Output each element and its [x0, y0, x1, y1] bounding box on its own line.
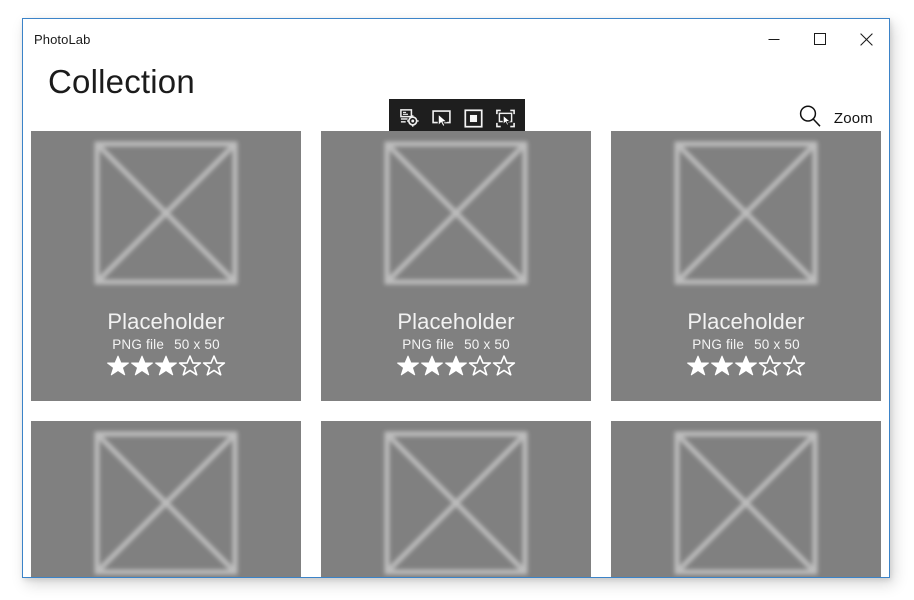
- photo-card-details: PNG file 50 x 50: [321, 337, 591, 352]
- broken-image-icon: [672, 429, 820, 577]
- photo-card[interactable]: Placeholder PNG file 50 x 50: [31, 131, 301, 401]
- star-outline-icon[interactable]: [782, 354, 806, 377]
- minimize-icon: [768, 33, 780, 45]
- photo-card-details: PNG file 50 x 50: [611, 337, 881, 352]
- star-filled-icon[interactable]: [710, 354, 734, 377]
- desktop-background: PhotoLab Collection Zoom Placeholder PNG…: [0, 0, 914, 600]
- photo-card[interactable]: Placeholder PNG file 50 x 50: [611, 131, 881, 401]
- toolbar-item-properties[interactable]: [393, 102, 425, 134]
- star-outline-icon[interactable]: [202, 354, 226, 377]
- photo-card-filetype: PNG file: [112, 337, 165, 353]
- broken-image-icon: [92, 139, 240, 287]
- star-filled-icon[interactable]: [396, 354, 420, 377]
- square-frame-icon: [463, 108, 484, 129]
- star-filled-icon[interactable]: [734, 354, 758, 377]
- photo-card-meta: Placeholder PNG file 50 x 50: [321, 309, 591, 377]
- close-icon: [859, 32, 873, 46]
- search-icon: [797, 103, 823, 134]
- screen-pointer-icon: [431, 108, 452, 129]
- maximize-button[interactable]: [797, 19, 843, 59]
- toolbar-item-select[interactable]: [425, 102, 457, 134]
- photo-card-rating[interactable]: [31, 354, 301, 377]
- photo-card[interactable]: [611, 421, 881, 577]
- star-outline-icon[interactable]: [758, 354, 782, 377]
- photo-card-title: Placeholder: [687, 309, 805, 334]
- close-button[interactable]: [843, 19, 889, 59]
- page-title: Collection: [48, 63, 195, 100]
- broken-image-icon: [382, 429, 530, 577]
- document-settings-icon: [399, 108, 420, 129]
- app-window: PhotoLab Collection Zoom Placeholder PNG…: [22, 18, 890, 578]
- star-filled-icon[interactable]: [686, 354, 710, 377]
- title-bar[interactable]: PhotoLab: [23, 19, 889, 59]
- photo-card-meta: Placeholder PNG file 50 x 50: [31, 309, 301, 377]
- star-outline-icon[interactable]: [178, 354, 202, 377]
- star-filled-icon[interactable]: [106, 354, 130, 377]
- minimize-button[interactable]: [751, 19, 797, 59]
- photo-card[interactable]: [321, 421, 591, 577]
- zoom-label: Zoom: [833, 110, 873, 127]
- photo-card[interactable]: Placeholder PNG file 50 x 50: [321, 131, 591, 401]
- photo-card-title: Placeholder: [107, 309, 225, 334]
- toolbar-item-capture[interactable]: [489, 102, 521, 134]
- photo-card-filetype: PNG file: [692, 337, 745, 353]
- star-filled-icon[interactable]: [130, 354, 154, 377]
- photo-card-rating[interactable]: [321, 354, 591, 377]
- photo-card-filetype: PNG file: [402, 337, 455, 353]
- header-row: Collection Zoom: [23, 59, 889, 145]
- zoom-button[interactable]: Zoom: [797, 103, 873, 134]
- photo-card-details: PNG file 50 x 50: [31, 337, 301, 352]
- star-filled-icon[interactable]: [154, 354, 178, 377]
- toolbar-item-frame[interactable]: [457, 102, 489, 134]
- maximize-icon: [814, 33, 826, 45]
- broken-image-icon: [382, 139, 530, 287]
- star-filled-icon[interactable]: [420, 354, 444, 377]
- broken-image-icon: [92, 429, 240, 577]
- photo-card-rating[interactable]: [611, 354, 881, 377]
- photo-card-dimensions: 50 x 50: [464, 337, 510, 353]
- photo-card-dimensions: 50 x 50: [174, 337, 220, 353]
- star-filled-icon[interactable]: [444, 354, 468, 377]
- star-outline-icon[interactable]: [468, 354, 492, 377]
- window-controls: [751, 19, 889, 59]
- photo-card-dimensions: 50 x 50: [754, 337, 800, 353]
- broken-image-icon: [672, 139, 820, 287]
- photo-card-title: Placeholder: [397, 309, 515, 334]
- window-title: PhotoLab: [34, 31, 91, 47]
- star-outline-icon[interactable]: [492, 354, 516, 377]
- photo-card[interactable]: [31, 421, 301, 577]
- photo-card-meta: Placeholder PNG file 50 x 50: [611, 309, 881, 377]
- collection-grid: Placeholder PNG file 50 x 50 Placeholder PNG…: [31, 131, 889, 577]
- capture-region-icon: [495, 108, 516, 129]
